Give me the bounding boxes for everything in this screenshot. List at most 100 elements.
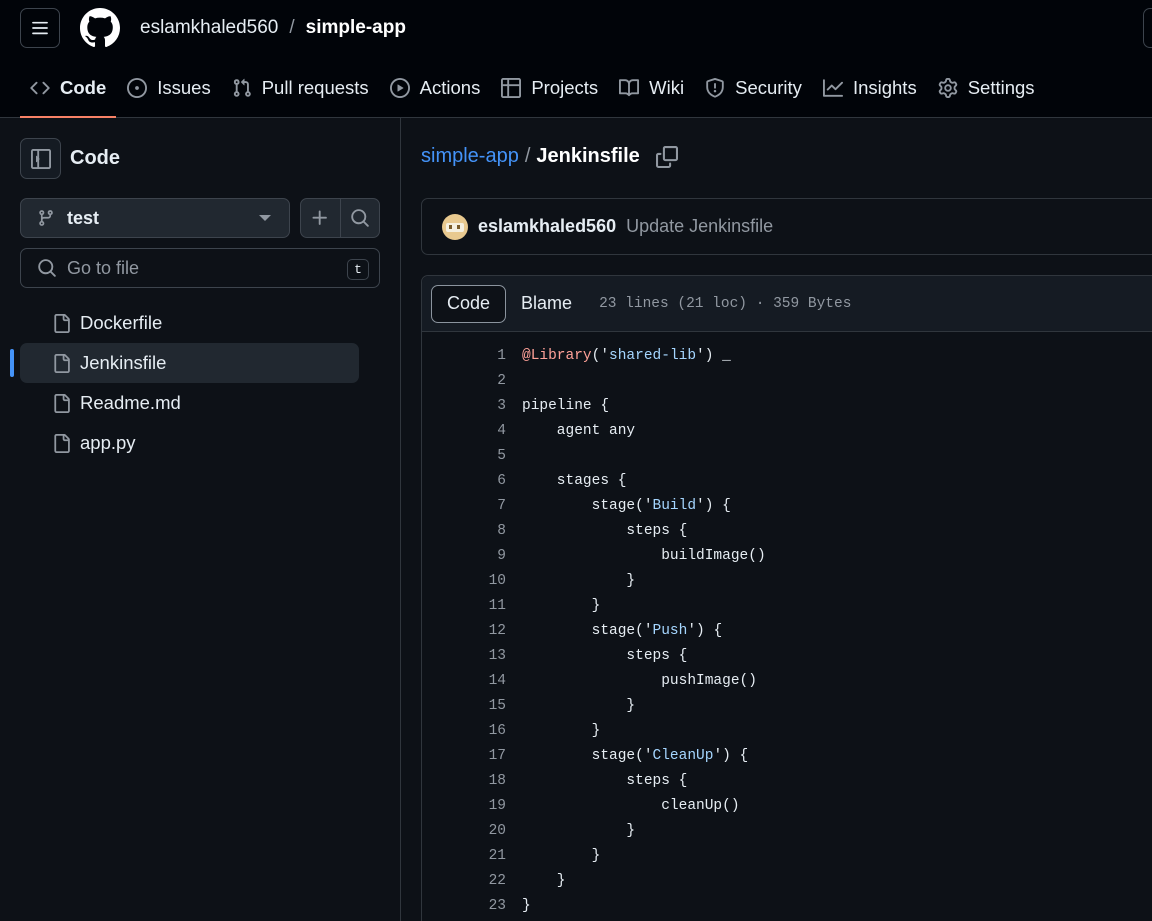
header-right-button[interactable] [1143, 8, 1152, 48]
code-view-button[interactable]: Code [431, 284, 507, 323]
collapse-sidebar-button[interactable] [20, 138, 61, 179]
line-number[interactable]: 4 [422, 423, 506, 439]
add-file-button[interactable] [301, 199, 340, 237]
code-line: 20 } [422, 818, 1152, 843]
line-number[interactable]: 17 [422, 748, 506, 764]
blame-view-button[interactable]: Blame [506, 285, 587, 323]
top-header: eslamkhaled560 / simple-app Code Issues … [0, 0, 1152, 118]
tab-projects[interactable]: Projects [491, 64, 608, 112]
code-line: 15 } [422, 693, 1152, 718]
line-number[interactable]: 23 [422, 898, 506, 914]
line-number[interactable]: 9 [422, 548, 506, 564]
tab-insights[interactable]: Insights [813, 64, 927, 112]
line-content: stage('Build') { [522, 497, 731, 514]
github-logo-icon[interactable] [80, 8, 120, 48]
line-number[interactable]: 13 [422, 648, 506, 664]
breadcrumb-file: Jenkinsfile [536, 145, 640, 167]
file-icon [54, 313, 70, 333]
go-to-file-input[interactable] [67, 257, 327, 279]
line-number[interactable]: 15 [422, 698, 506, 714]
tab-security[interactable]: Security [695, 64, 812, 112]
tab-wiki-label: Wiki [649, 77, 685, 98]
code-line: 9 buildImage() [422, 543, 1152, 568]
latest-commit-box: eslamkhaled560 Update Jenkinsfile [421, 198, 1152, 255]
line-number[interactable]: 1 [422, 348, 506, 364]
code-line: 2 [422, 368, 1152, 393]
file-tree-sidebar: Code test t Dockerfile Jenkinsfile Readm… [0, 118, 401, 921]
tab-issues[interactable]: Issues [117, 64, 220, 112]
line-content: } [522, 572, 636, 589]
commit-message-link[interactable]: Update Jenkinsfile [626, 216, 773, 237]
tab-wiki[interactable]: Wiki [609, 64, 694, 112]
tab-code[interactable]: Code [20, 64, 117, 118]
breadcrumb-separator: / [524, 145, 531, 167]
breadcrumb-repo-link[interactable]: simple-app [421, 145, 519, 168]
code-line: 1 @Library('shared-lib') _ [422, 343, 1152, 368]
tree-item-jenkinsfile[interactable]: Jenkinsfile [10, 343, 359, 383]
branch-selector[interactable]: test [20, 198, 290, 238]
repo-link[interactable]: simple-app [306, 17, 406, 39]
tab-pull-requests[interactable]: Pull requests [222, 64, 379, 112]
tree-item-readme[interactable]: Readme.md [20, 383, 360, 423]
graph-icon [822, 79, 843, 97]
hamburger-icon [32, 21, 48, 35]
line-number[interactable]: 3 [422, 398, 506, 414]
copy-path-button[interactable] [655, 145, 678, 168]
commit-author-link[interactable]: eslamkhaled560 [478, 216, 616, 237]
code-line: 23} [422, 893, 1152, 918]
code-line: 19 cleanUp() [422, 793, 1152, 818]
line-number[interactable]: 19 [422, 798, 506, 814]
branch-name: test [67, 207, 100, 228]
file-icon [54, 393, 70, 413]
line-content: } [522, 722, 601, 739]
file-viewer: Code Blame 23 lines (21 loc) · 359 Bytes… [421, 275, 1152, 921]
line-content: } [522, 697, 636, 714]
tab-settings[interactable]: Settings [928, 64, 1045, 112]
tab-actions[interactable]: Actions [380, 64, 491, 112]
issue-opened-icon [127, 78, 148, 98]
go-to-file-field[interactable]: t [20, 248, 380, 288]
line-content: pushImage() [522, 672, 757, 689]
plus-icon [312, 210, 328, 225]
code-line: 16 } [422, 718, 1152, 743]
line-number[interactable]: 21 [422, 848, 506, 864]
line-number[interactable]: 10 [422, 573, 506, 589]
line-content: } [522, 897, 531, 914]
avatar[interactable] [442, 213, 468, 240]
line-number[interactable]: 2 [422, 373, 506, 389]
file-path-breadcrumb: simple-app / Jenkinsfile [421, 145, 678, 168]
code-line: 13 steps { [422, 643, 1152, 668]
file-stats: 23 lines (21 loc) · 359 Bytes [599, 295, 852, 312]
code-line: 17 stage('CleanUp') { [422, 743, 1152, 768]
line-number[interactable]: 18 [422, 773, 506, 789]
tree-item-app-py[interactable]: app.py [20, 423, 360, 463]
line-number[interactable]: 11 [422, 598, 506, 614]
line-number[interactable]: 5 [422, 448, 506, 464]
menu-button[interactable] [20, 8, 60, 48]
line-content: stages { [522, 472, 627, 489]
owner-link[interactable]: eslamkhaled560 [140, 17, 278, 39]
search-code-button[interactable] [339, 199, 380, 237]
tree-item-dockerfile[interactable]: Dockerfile [20, 303, 360, 343]
line-number[interactable]: 12 [422, 623, 506, 639]
breadcrumb-separator: / [289, 17, 295, 38]
line-content: } [522, 822, 636, 839]
line-content: } [522, 872, 566, 889]
line-number[interactable]: 16 [422, 723, 506, 739]
play-icon [389, 78, 410, 98]
line-number[interactable]: 7 [422, 498, 506, 514]
line-number[interactable]: 6 [422, 473, 506, 489]
git-pull-request-icon [233, 78, 251, 97]
line-number[interactable]: 8 [422, 523, 506, 539]
line-number[interactable]: 20 [422, 823, 506, 839]
line-number[interactable]: 14 [422, 673, 506, 689]
line-content: cleanUp() [522, 797, 740, 814]
code-line: 3 pipeline { [422, 393, 1152, 418]
tree-actions [300, 198, 380, 238]
code-line: 21 } [422, 843, 1152, 868]
line-number[interactable]: 22 [422, 873, 506, 889]
gear-icon [938, 78, 957, 98]
line-content: stage('Push') { [522, 622, 723, 639]
line-content: } [522, 847, 601, 864]
code-line: 4 agent any [422, 418, 1152, 443]
